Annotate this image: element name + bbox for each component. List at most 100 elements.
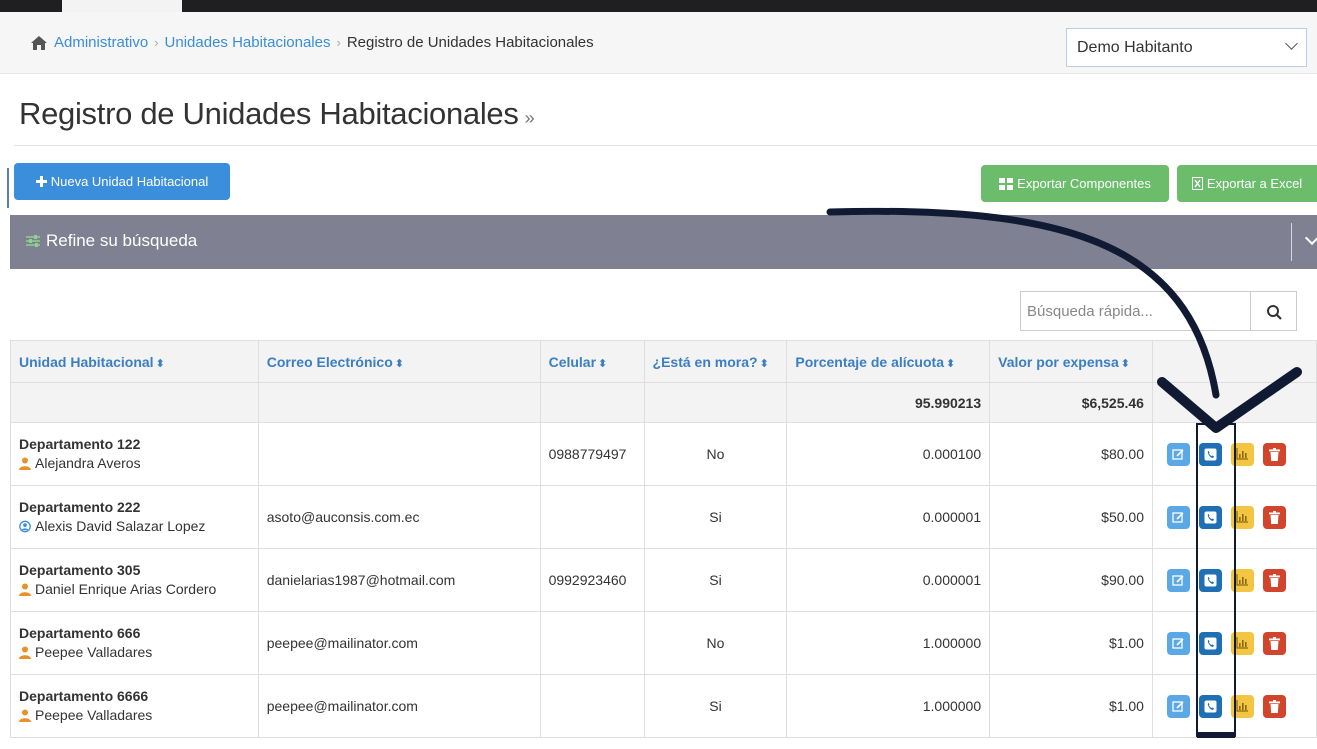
edit-button[interactable] — [1166, 442, 1190, 466]
export-excel-button[interactable]: Exportar a Excel — [1177, 165, 1317, 202]
header-correo[interactable]: Correo Electrónico ⬍ — [257, 340, 541, 383]
unit-name[interactable]: Departamento 122 — [19, 435, 250, 454]
owner-name: Alejandra Averos — [35, 455, 141, 471]
edit-button[interactable] — [1166, 631, 1190, 655]
chart-button[interactable] — [1230, 505, 1254, 529]
edit-icon — [1172, 637, 1184, 649]
bar-chart-icon — [1236, 700, 1248, 712]
sort-icon: ⬍ — [394, 357, 404, 370]
top-bar — [0, 0, 1317, 12]
cell-actions — [1151, 611, 1317, 675]
cell-unit: Departamento 6666 Peepee Valladares — [10, 674, 259, 738]
cell-phone — [539, 611, 645, 675]
cell-mora: Si — [643, 674, 788, 738]
active-top-tab[interactable] — [62, 0, 182, 12]
cell-email: peepee@mailinator.com — [257, 674, 541, 738]
delete-button[interactable] — [1262, 442, 1286, 466]
chart-button[interactable] — [1230, 568, 1254, 592]
edit-icon — [1172, 700, 1184, 712]
phone-button[interactable] — [1198, 442, 1222, 466]
trash-icon — [1268, 573, 1280, 587]
table-row: Departamento 6666 Peepee Valladares peepee… — [10, 674, 1317, 738]
cell-expensa: $90.00 — [989, 548, 1153, 612]
row-actions — [1161, 505, 1308, 529]
edit-icon — [1172, 511, 1184, 523]
page-title-text: Registro de Unidades Habitacionales — [19, 96, 519, 131]
unit-name[interactable]: Departamento 6666 — [19, 687, 250, 706]
cell-email: asoto@auconsis.com.ec — [257, 485, 541, 549]
refine-search-header[interactable]: Refine su búsqueda — [26, 231, 197, 251]
phone-button[interactable] — [1198, 568, 1222, 592]
chart-button[interactable] — [1230, 631, 1254, 655]
new-unit-button[interactable]: Nueva Unidad Habitacional — [14, 163, 230, 200]
cell-email: danielarias1987@hotmail.com — [257, 548, 541, 612]
bar-chart-icon — [1236, 574, 1248, 586]
phone-icon — [1204, 574, 1217, 586]
page-title: Registro de Unidades Habitacionales» — [19, 96, 535, 132]
owner-name: Peepee Valladares — [35, 644, 153, 660]
excel-file-icon — [1191, 177, 1203, 190]
phone-icon — [1204, 637, 1217, 649]
edit-button[interactable] — [1166, 568, 1190, 592]
refine-search-panel[interactable]: Refine su búsqueda — [10, 215, 1317, 269]
header-expensa[interactable]: Valor por expensa ⬍ — [989, 340, 1153, 383]
cell-alicuota: 0.000100 — [786, 422, 991, 486]
delete-button[interactable] — [1262, 631, 1286, 655]
breadcrumb-unidades[interactable]: Unidades Habitacionales — [165, 34, 331, 51]
breadcrumb-administrativo[interactable]: Administrativo — [54, 34, 148, 51]
delete-button[interactable] — [1262, 694, 1286, 718]
header-label: Correo Electrónico — [266, 353, 393, 370]
edit-button[interactable] — [1166, 505, 1190, 529]
cell-unit: Departamento 666 Peepee Valladares — [10, 611, 259, 675]
row-actions — [1161, 568, 1308, 592]
person-icon — [19, 583, 31, 596]
chart-button[interactable] — [1230, 694, 1254, 718]
header-label: Celular — [548, 353, 597, 370]
totals-empty — [539, 382, 645, 423]
owner-line: Alexis David Salazar Lopez — [19, 517, 250, 536]
plus-icon — [35, 176, 47, 187]
search-button[interactable] — [1250, 291, 1297, 331]
sort-icon: ⬍ — [759, 357, 769, 370]
person-icon — [19, 457, 31, 470]
cell-alicuota: 1.000000 — [786, 674, 991, 738]
unit-name[interactable]: Departamento 305 — [19, 561, 250, 580]
edit-button[interactable] — [1166, 694, 1190, 718]
breadcrumb-current: Registro de Unidades Habitacionales — [346, 34, 594, 51]
new-unit-label: Nueva Unidad Habitacional — [50, 174, 209, 189]
title-divider — [14, 145, 1317, 146]
delete-button[interactable] — [1262, 505, 1286, 529]
quick-search-input[interactable] — [1020, 291, 1251, 331]
edit-icon — [1172, 574, 1184, 586]
cell-actions — [1151, 485, 1317, 549]
header-label: Porcentaje de alícuota — [795, 353, 944, 370]
person-icon — [19, 646, 31, 659]
breadcrumb-separator: › — [154, 35, 159, 50]
phone-button[interactable] — [1198, 694, 1222, 718]
trash-icon — [1268, 447, 1280, 461]
unit-name[interactable]: Departamento 222 — [19, 498, 250, 517]
phone-button[interactable] — [1198, 631, 1222, 655]
header-alicuota[interactable]: Porcentaje de alícuota ⬍ — [786, 340, 991, 383]
home-icon[interactable] — [30, 35, 48, 51]
row-actions — [1161, 694, 1308, 718]
chevron-down-icon[interactable] — [1304, 230, 1317, 246]
totals-row: 95.990213 $6,525.46 — [10, 382, 1317, 423]
header-mora[interactable]: ¿Está en mora? ⬍ — [643, 340, 788, 383]
community-select[interactable]: Demo Habitanto — [1066, 28, 1307, 67]
chart-button[interactable] — [1230, 442, 1254, 466]
unit-name[interactable]: Departamento 666 — [19, 624, 250, 643]
phone-icon — [1204, 448, 1217, 460]
export-components-label: Exportar Componentes — [1017, 176, 1151, 191]
header-unidad[interactable]: Unidad Habitacional ⬍ — [10, 340, 259, 383]
refine-search-label: Refine su búsqueda — [46, 231, 198, 250]
phone-button[interactable] — [1198, 505, 1222, 529]
row-actions — [1161, 631, 1308, 655]
cell-expensa: $1.00 — [989, 611, 1153, 675]
edit-icon — [1172, 448, 1184, 460]
header-celular[interactable]: Celular ⬍ — [539, 340, 645, 383]
export-components-button[interactable]: Exportar Componentes — [981, 165, 1169, 202]
grid-icon — [999, 177, 1014, 190]
delete-button[interactable] — [1262, 568, 1286, 592]
bar-chart-icon — [1236, 637, 1248, 649]
